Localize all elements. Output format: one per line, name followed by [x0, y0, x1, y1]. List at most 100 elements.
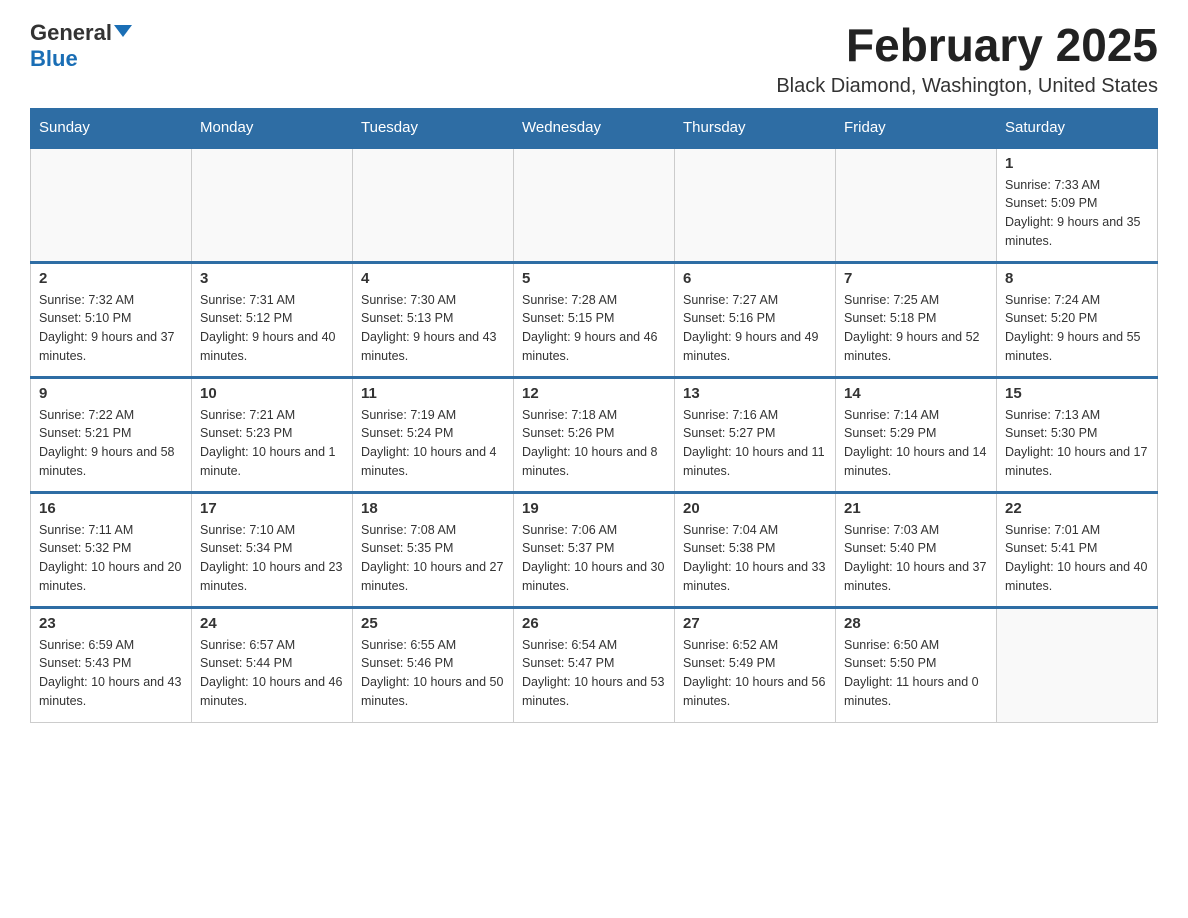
calendar-cell: 17 Sunrise: 7:10 AMSunset: 5:34 PMDayligh…: [192, 492, 353, 607]
day-number: 17: [200, 500, 344, 517]
location-title: Black Diamond, Washington, United States: [776, 75, 1158, 98]
day-number: 4: [361, 270, 505, 287]
day-number: 13: [683, 385, 827, 402]
calendar-cell: [192, 147, 353, 262]
day-info: Sunrise: 7:18 AMSunset: 5:26 PMDaylight:…: [522, 406, 666, 481]
calendar-cell: 5 Sunrise: 7:28 AMSunset: 5:15 PMDaylight…: [514, 262, 675, 377]
day-number: 24: [200, 615, 344, 632]
calendar-body: 1 Sunrise: 7:33 AMSunset: 5:09 PMDaylight…: [31, 147, 1158, 722]
month-title: February 2025: [776, 20, 1158, 71]
day-info: Sunrise: 7:01 AMSunset: 5:41 PMDaylight:…: [1005, 521, 1149, 596]
day-info: Sunrise: 6:54 AMSunset: 5:47 PMDaylight:…: [522, 636, 666, 711]
calendar-cell: 16 Sunrise: 7:11 AMSunset: 5:32 PMDayligh…: [31, 492, 192, 607]
weekday-header: Friday: [836, 108, 997, 147]
day-number: 12: [522, 385, 666, 402]
calendar-cell: 18Sunrise: 7:08 AMSunset: 5:35 PMDayligh…: [353, 492, 514, 607]
calendar-cell: [353, 147, 514, 262]
day-info: Sunrise: 7:32 AMSunset: 5:10 PMDaylight:…: [39, 291, 183, 366]
logo-top: General: [30, 20, 132, 46]
calendar-week-row: 9 Sunrise: 7:22 AMSunset: 5:21 PMDaylight…: [31, 377, 1158, 492]
day-number: 27: [683, 615, 827, 632]
weekday-header: Tuesday: [353, 108, 514, 147]
calendar-cell: 11 Sunrise: 7:19 AMSunset: 5:24 PMDayligh…: [353, 377, 514, 492]
calendar-header: SundayMondayTuesdayWednesdayThursdayFrid…: [31, 108, 1158, 147]
day-number: 7: [844, 270, 988, 287]
day-info: Sunrise: 7:06 AMSunset: 5:37 PMDaylight:…: [522, 521, 666, 596]
calendar-cell: 6 Sunrise: 7:27 AMSunset: 5:16 PMDaylight…: [675, 262, 836, 377]
day-number: 6: [683, 270, 827, 287]
day-number: 26: [522, 615, 666, 632]
day-info: Sunrise: 7:27 AMSunset: 5:16 PMDaylight:…: [683, 291, 827, 366]
calendar-cell: 13Sunrise: 7:16 AMSunset: 5:27 PMDayligh…: [675, 377, 836, 492]
calendar-cell: 25Sunrise: 6:55 AMSunset: 5:46 PMDayligh…: [353, 607, 514, 722]
calendar-cell: 12 Sunrise: 7:18 AMSunset: 5:26 PMDayligh…: [514, 377, 675, 492]
weekday-header: Sunday: [31, 108, 192, 147]
day-info: Sunrise: 7:25 AMSunset: 5:18 PMDaylight:…: [844, 291, 988, 366]
day-number: 9: [39, 385, 183, 402]
calendar-cell: 10Sunrise: 7:21 AMSunset: 5:23 PMDayligh…: [192, 377, 353, 492]
logo-blue-text: Blue: [30, 46, 78, 72]
calendar-cell: 2 Sunrise: 7:32 AMSunset: 5:10 PMDaylight…: [31, 262, 192, 377]
day-info: Sunrise: 7:33 AMSunset: 5:09 PMDaylight:…: [1005, 176, 1149, 251]
calendar-cell: 14 Sunrise: 7:14 AMSunset: 5:29 PMDayligh…: [836, 377, 997, 492]
day-number: 22: [1005, 500, 1149, 517]
day-number: 19: [522, 500, 666, 517]
calendar-cell: 8 Sunrise: 7:24 AMSunset: 5:20 PMDaylight…: [997, 262, 1158, 377]
day-number: 10: [200, 385, 344, 402]
calendar-cell: 27 Sunrise: 6:52 AMSunset: 5:49 PMDayligh…: [675, 607, 836, 722]
calendar-week-row: 2 Sunrise: 7:32 AMSunset: 5:10 PMDaylight…: [31, 262, 1158, 377]
weekday-header: Saturday: [997, 108, 1158, 147]
day-number: 5: [522, 270, 666, 287]
day-info: Sunrise: 6:52 AMSunset: 5:49 PMDaylight:…: [683, 636, 827, 711]
day-info: Sunrise: 6:50 AMSunset: 5:50 PMDaylight:…: [844, 636, 988, 711]
page-header: General Blue February 2025 Black Diamond…: [30, 20, 1158, 98]
day-info: Sunrise: 7:14 AMSunset: 5:29 PMDaylight:…: [844, 406, 988, 481]
logo-triangle-icon: [114, 25, 132, 37]
calendar-cell: [31, 147, 192, 262]
calendar-cell: 3Sunrise: 7:31 AMSunset: 5:12 PMDaylight…: [192, 262, 353, 377]
day-number: 3: [200, 270, 344, 287]
day-info: Sunrise: 7:08 AMSunset: 5:35 PMDaylight:…: [361, 521, 505, 596]
calendar-cell: [675, 147, 836, 262]
calendar-cell: 23Sunrise: 6:59 AMSunset: 5:43 PMDayligh…: [31, 607, 192, 722]
day-number: 16: [39, 500, 183, 517]
calendar-cell: 28Sunrise: 6:50 AMSunset: 5:50 PMDayligh…: [836, 607, 997, 722]
calendar-week-row: 23Sunrise: 6:59 AMSunset: 5:43 PMDayligh…: [31, 607, 1158, 722]
logo-general-text: General: [30, 20, 112, 45]
calendar-cell: [514, 147, 675, 262]
day-info: Sunrise: 7:22 AMSunset: 5:21 PMDaylight:…: [39, 406, 183, 481]
day-info: Sunrise: 7:19 AMSunset: 5:24 PMDaylight:…: [361, 406, 505, 481]
calendar-cell: 9 Sunrise: 7:22 AMSunset: 5:21 PMDaylight…: [31, 377, 192, 492]
day-number: 21: [844, 500, 988, 517]
day-info: Sunrise: 7:30 AMSunset: 5:13 PMDaylight:…: [361, 291, 505, 366]
calendar-cell: 22 Sunrise: 7:01 AMSunset: 5:41 PMDayligh…: [997, 492, 1158, 607]
weekday-header: Thursday: [675, 108, 836, 147]
day-info: Sunrise: 6:57 AMSunset: 5:44 PMDaylight:…: [200, 636, 344, 711]
calendar-week-row: 1 Sunrise: 7:33 AMSunset: 5:09 PMDaylight…: [31, 147, 1158, 262]
day-info: Sunrise: 6:59 AMSunset: 5:43 PMDaylight:…: [39, 636, 183, 711]
day-number: 8: [1005, 270, 1149, 287]
calendar-cell: [836, 147, 997, 262]
day-info: Sunrise: 7:11 AMSunset: 5:32 PMDaylight:…: [39, 521, 183, 596]
weekday-header-row: SundayMondayTuesdayWednesdayThursdayFrid…: [31, 108, 1158, 147]
logo: General Blue: [30, 20, 132, 72]
day-number: 20: [683, 500, 827, 517]
weekday-header: Wednesday: [514, 108, 675, 147]
calendar-cell: 24 Sunrise: 6:57 AMSunset: 5:44 PMDayligh…: [192, 607, 353, 722]
day-number: 2: [39, 270, 183, 287]
day-info: Sunrise: 7:28 AMSunset: 5:15 PMDaylight:…: [522, 291, 666, 366]
calendar-table: SundayMondayTuesdayWednesdayThursdayFrid…: [30, 108, 1158, 723]
day-info: Sunrise: 7:04 AMSunset: 5:38 PMDaylight:…: [683, 521, 827, 596]
day-number: 1: [1005, 155, 1149, 172]
day-number: 25: [361, 615, 505, 632]
calendar-cell: 4 Sunrise: 7:30 AMSunset: 5:13 PMDaylight…: [353, 262, 514, 377]
day-number: 14: [844, 385, 988, 402]
day-number: 11: [361, 385, 505, 402]
calendar-cell: 7 Sunrise: 7:25 AMSunset: 5:18 PMDaylight…: [836, 262, 997, 377]
calendar-cell: 1 Sunrise: 7:33 AMSunset: 5:09 PMDaylight…: [997, 147, 1158, 262]
day-info: Sunrise: 7:13 AMSunset: 5:30 PMDaylight:…: [1005, 406, 1149, 481]
day-info: Sunrise: 7:03 AMSunset: 5:40 PMDaylight:…: [844, 521, 988, 596]
day-info: Sunrise: 7:10 AMSunset: 5:34 PMDaylight:…: [200, 521, 344, 596]
day-info: Sunrise: 7:24 AMSunset: 5:20 PMDaylight:…: [1005, 291, 1149, 366]
calendar-cell: 19 Sunrise: 7:06 AMSunset: 5:37 PMDayligh…: [514, 492, 675, 607]
